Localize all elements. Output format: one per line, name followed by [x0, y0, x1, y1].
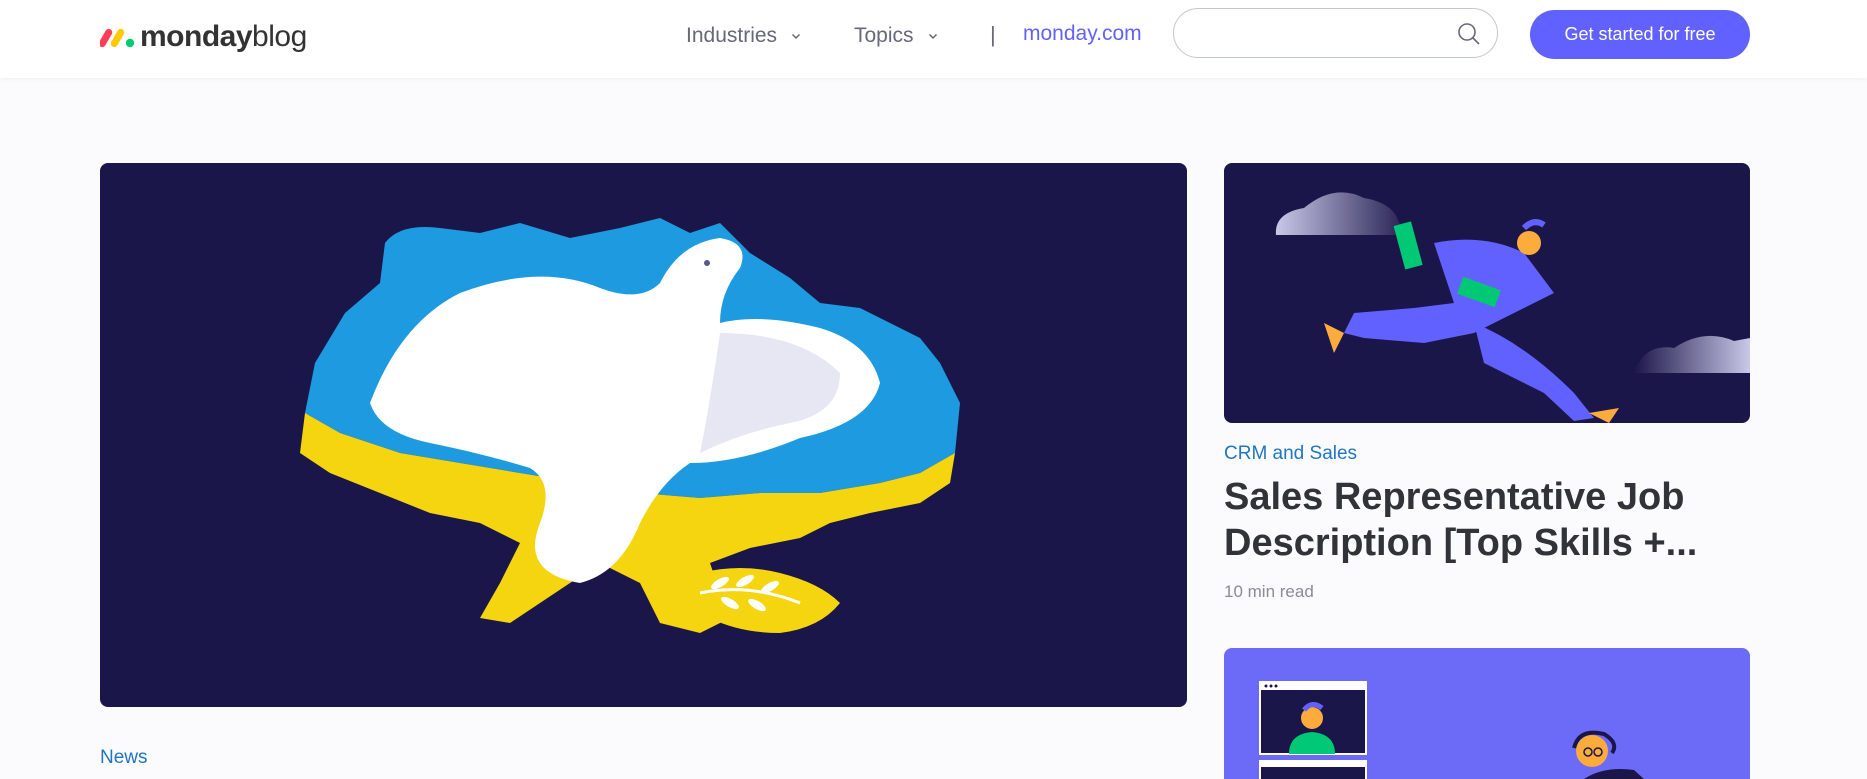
card-image[interactable]	[1224, 163, 1750, 423]
hero-category-link[interactable]: News	[100, 747, 148, 769]
logo-suffix-text: blog	[252, 20, 307, 53]
search-input[interactable]	[1194, 19, 1444, 47]
hero-article-image[interactable]	[100, 163, 1187, 707]
logo-brand-text: monday	[140, 20, 253, 53]
read-time: 10 min read	[1224, 582, 1314, 601]
video-call-illustration-icon	[1259, 681, 1644, 779]
nav-industries-label: Industries	[686, 24, 778, 47]
monday-logo-icon	[100, 28, 135, 48]
nav-topics-label: Topics	[854, 24, 914, 47]
card-title[interactable]: Sales Representative Job Description [To…	[1224, 474, 1750, 566]
running-person-illustration-icon	[1275, 192, 1750, 423]
get-started-button[interactable]: Get started for free	[1530, 10, 1750, 59]
nav-industries-dropdown[interactable]: Industries	[686, 22, 801, 50]
chevron-down-icon	[792, 33, 801, 40]
monday-com-link[interactable]: monday.com	[1023, 22, 1142, 46]
nav-divider: |	[990, 22, 996, 47]
site-header: monday blog Industries Topics | monday.co…	[0, 0, 1867, 78]
search-box	[1173, 8, 1498, 58]
search-icon[interactable]	[1457, 22, 1481, 46]
card-category-link[interactable]: CRM and Sales	[1224, 443, 1357, 465]
nav-topics-dropdown[interactable]: Topics	[854, 22, 938, 50]
ukraine-dove-illustration-icon	[300, 218, 960, 633]
chevron-down-icon	[928, 33, 937, 40]
card-image[interactable]	[1224, 648, 1750, 779]
monday-blog-logo[interactable]: monday blog	[100, 19, 307, 55]
